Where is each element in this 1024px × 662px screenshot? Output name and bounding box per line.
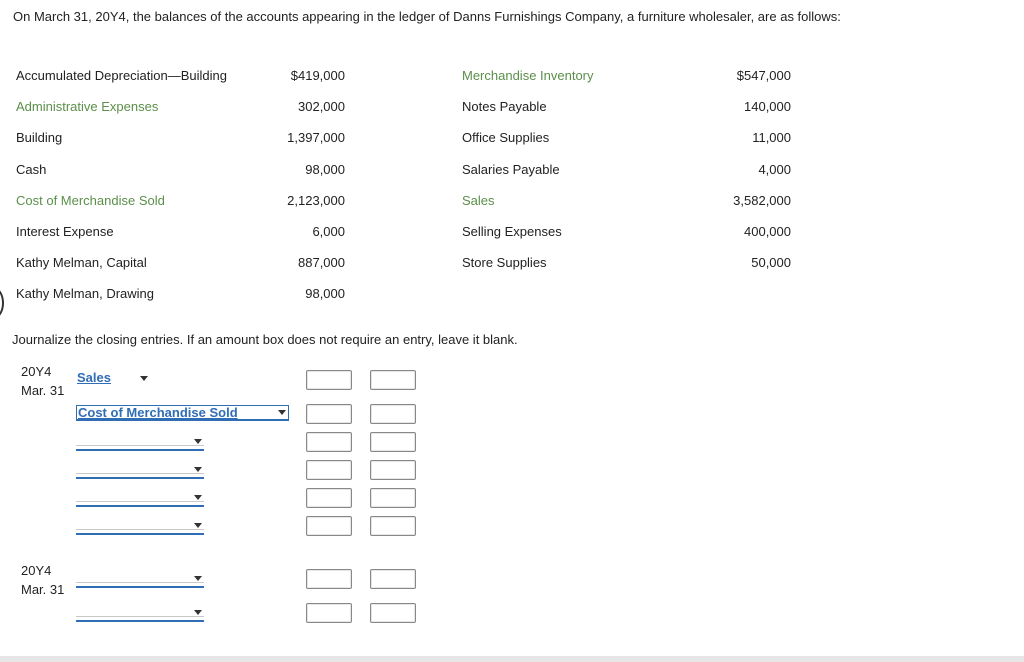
account-name: Selling Expenses [462, 224, 562, 239]
account-amount: 1,397,000 [287, 130, 345, 145]
account-name: Office Supplies [462, 130, 550, 145]
chevron-down-icon [194, 610, 202, 615]
account-name: Salaries Payable [462, 162, 560, 177]
entry-date-2: 20Y4 Mar. 31 [21, 561, 64, 599]
account-amount: 98,000 [305, 162, 345, 177]
account-name: Interest Expense [16, 224, 114, 239]
debit-input[interactable] [306, 432, 352, 452]
account-name-link[interactable]: Sales [462, 193, 495, 208]
account-amount: 6,000 [312, 224, 345, 239]
select-divider [76, 445, 204, 446]
account-select-row-1[interactable]: Sales [76, 369, 150, 389]
account-select-row-7[interactable] [76, 568, 204, 588]
bottom-divider [0, 656, 1024, 662]
account-name-link[interactable]: Administrative Expenses [16, 99, 158, 114]
credit-input[interactable] [370, 460, 416, 480]
account-amount: 50,000 [751, 255, 791, 270]
debit-input[interactable] [306, 516, 352, 536]
account-amount: $547,000 [736, 68, 791, 83]
account-select-row-4[interactable] [76, 459, 204, 479]
credit-input[interactable] [370, 569, 416, 589]
account-select-row-3[interactable] [76, 431, 204, 451]
credit-input[interactable] [370, 404, 416, 424]
credit-input[interactable] [370, 516, 416, 536]
account-select-row-5[interactable] [76, 487, 204, 507]
debit-input[interactable] [306, 460, 352, 480]
select-divider [76, 529, 204, 530]
instruction-text: Journalize the closing entries. If an am… [12, 332, 518, 347]
debit-input[interactable] [306, 370, 352, 390]
chevron-down-icon [194, 439, 202, 444]
account-amount: 3,582,000 [733, 193, 791, 208]
select-divider [76, 501, 204, 502]
chevron-down-icon [194, 523, 202, 528]
account-amount: 11,000 [752, 130, 791, 145]
debit-input[interactable] [306, 404, 352, 424]
account-amount: 140,000 [744, 99, 791, 114]
account-amount: 400,000 [744, 224, 791, 239]
problem-intro: On March 31, 20Y4, the balances of the a… [13, 9, 841, 24]
account-amount: 302,000 [298, 99, 345, 114]
entry-year: 20Y4 [21, 364, 52, 379]
account-amount: 887,000 [298, 255, 345, 270]
credit-input[interactable] [370, 603, 416, 623]
entry-year: 20Y4 [21, 563, 52, 578]
chevron-down-icon [194, 467, 202, 472]
debit-input[interactable] [306, 603, 352, 623]
chevron-down-icon [194, 495, 202, 500]
select-value: Cost of Merchandise Sold [78, 405, 238, 420]
entry-day: Mar. 31 [21, 582, 65, 597]
account-name: Building [16, 130, 63, 145]
credit-input[interactable] [370, 488, 416, 508]
account-amount: 2,123,000 [287, 193, 345, 208]
select-divider [76, 616, 204, 617]
account-amount: $419,000 [290, 68, 345, 83]
debit-input[interactable] [306, 488, 352, 508]
entry-date-1: 20Y4 Mar. 31 [21, 362, 64, 400]
account-amount: 98,000 [305, 286, 345, 301]
account-name-link[interactable]: Merchandise Inventory [462, 68, 594, 83]
account-name: Accumulated Depreciation—Building [16, 68, 228, 83]
account-name-link[interactable]: Cost of Merchandise Sold [16, 193, 165, 208]
account-name: Kathy Melman, Drawing [16, 286, 154, 301]
account-select-row-2[interactable]: Cost of Merchandise Sold [76, 405, 289, 421]
scroll-marker [0, 288, 4, 318]
account-name: Kathy Melman, Capital [16, 255, 147, 270]
credit-input[interactable] [370, 432, 416, 452]
account-name: Store Supplies [462, 255, 547, 270]
account-select-row-6[interactable] [76, 515, 204, 535]
entry-day: Mar. 31 [21, 383, 65, 398]
chevron-down-icon [194, 576, 202, 581]
select-divider [76, 582, 204, 583]
credit-input[interactable] [370, 370, 416, 390]
select-divider [76, 473, 204, 474]
account-select-row-8[interactable] [76, 602, 204, 622]
account-amount: 4,000 [758, 162, 791, 177]
chevron-down-icon [278, 410, 286, 415]
account-name: Cash [16, 162, 47, 177]
chevron-down-icon [140, 376, 148, 381]
account-name: Notes Payable [462, 99, 547, 114]
debit-input[interactable] [306, 569, 352, 589]
select-value: Sales [77, 370, 111, 385]
